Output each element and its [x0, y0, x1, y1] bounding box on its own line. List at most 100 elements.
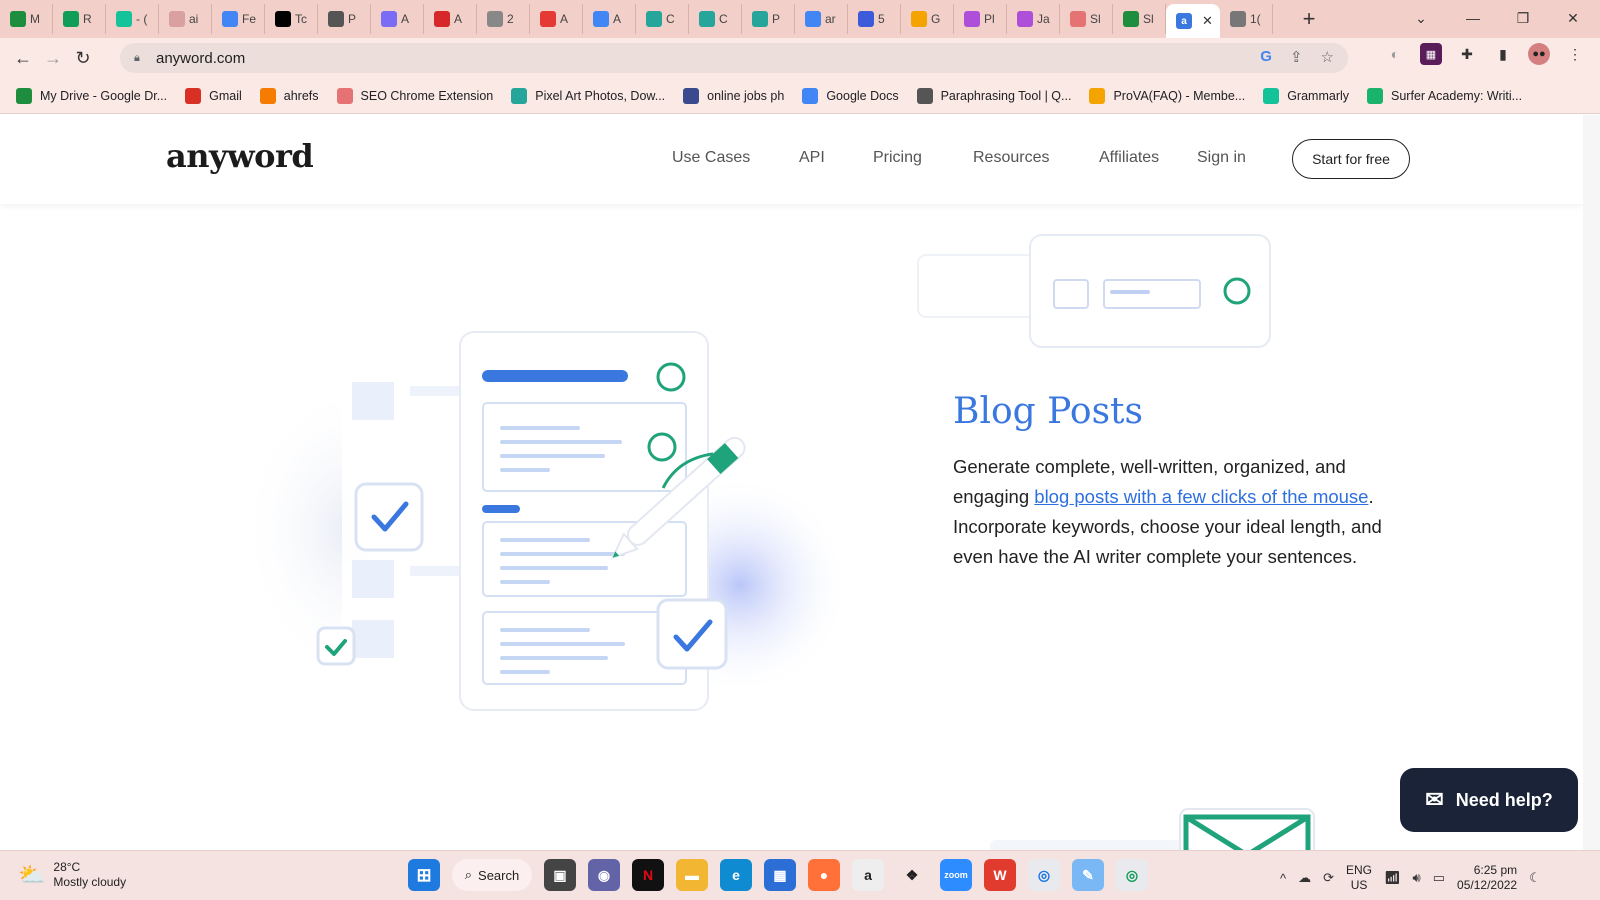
- tab-item[interactable]: A: [371, 4, 424, 34]
- bookmark-item[interactable]: Pixel Art Photos, Dow...: [511, 87, 665, 104]
- file-explorer-icon[interactable]: ▬: [676, 859, 708, 891]
- zoom-icon[interactable]: zoom: [940, 859, 972, 891]
- search-icon: ⌕: [464, 867, 473, 882]
- nav-pricing[interactable]: Pricing: [873, 149, 922, 167]
- blog-posts-link[interactable]: blog posts with a few clicks of the mous…: [1034, 486, 1368, 507]
- bookmark-item[interactable]: ahrefs: [259, 87, 319, 104]
- tab-item[interactable]: Sl: [1113, 4, 1166, 34]
- tab-item[interactable]: G: [901, 4, 954, 34]
- battery-icon[interactable]: ▭: [1433, 870, 1445, 886]
- microsoft-store-icon[interactable]: ▦: [764, 859, 796, 891]
- tab-item[interactable]: C: [689, 4, 742, 34]
- reload-icon[interactable]: ↻: [68, 43, 98, 73]
- minimize-icon[interactable]: —: [1450, 4, 1496, 32]
- bookmark-label: Gmail: [209, 88, 242, 103]
- dropbox-icon[interactable]: ❖: [896, 859, 928, 891]
- tab-item[interactable]: 5: [848, 4, 901, 34]
- bookmark-star-icon[interactable]: ☆: [1321, 48, 1334, 66]
- bookmark-item[interactable]: Paraphrasing Tool | Q...: [916, 87, 1071, 104]
- clock[interactable]: 6:25 pm 05/12/2022: [1457, 863, 1517, 893]
- tab-item[interactable]: Ja: [1007, 4, 1060, 34]
- bookmark-item[interactable]: Grammarly: [1263, 87, 1349, 104]
- bookmark-item[interactable]: Google Docs: [802, 87, 899, 104]
- anyword-logo[interactable]: anyword: [166, 137, 314, 175]
- onedrive-icon[interactable]: ☁: [1298, 870, 1311, 886]
- tab-item[interactable]: C: [636, 4, 689, 34]
- tab-item[interactable]: 2: [477, 4, 530, 34]
- tab-search-icon[interactable]: ⌄: [1398, 4, 1444, 32]
- nav-resources[interactable]: Resources: [973, 149, 1049, 167]
- nav-affiliates[interactable]: Affiliates: [1099, 149, 1159, 167]
- menu-icon[interactable]: ⋮: [1564, 43, 1586, 65]
- close-window-icon[interactable]: ✕: [1550, 4, 1596, 32]
- share-icon[interactable]: ⇪: [1290, 48, 1303, 66]
- teams-chat-icon[interactable]: ◉: [588, 859, 620, 891]
- extension-icon[interactable]: ▦: [1420, 43, 1442, 65]
- tab-item[interactable]: - (: [106, 4, 159, 34]
- chrome-profile-icon[interactable]: ◎: [1116, 859, 1148, 891]
- amazon-icon[interactable]: a: [852, 859, 884, 891]
- puzzle-icon[interactable]: ✚: [1456, 43, 1478, 65]
- bookmark-item[interactable]: Gmail: [185, 87, 242, 104]
- tab-item[interactable]: Pl: [954, 4, 1007, 34]
- firefox-icon[interactable]: ●: [808, 859, 840, 891]
- tab-item[interactable]: A: [583, 4, 636, 34]
- notification-icon[interactable]: ☾: [1529, 870, 1541, 886]
- tab-item[interactable]: P: [742, 4, 795, 34]
- chevron-up-icon[interactable]: ^: [1280, 871, 1286, 886]
- address-bar[interactable]: 🔒︎ anyword.com G ⇪ ☆: [120, 43, 1348, 73]
- taskbar-search[interactable]: ⌕ Search: [452, 859, 532, 891]
- tab-item[interactable]: A: [530, 4, 583, 34]
- tab-item[interactable]: A: [424, 4, 477, 34]
- task-view-icon[interactable]: ▣: [544, 859, 576, 891]
- close-tab-icon[interactable]: ✕: [1202, 13, 1213, 29]
- tab-item[interactable]: R: [53, 4, 106, 34]
- back-icon[interactable]: ←: [8, 43, 38, 73]
- profile-avatar[interactable]: ●●: [1528, 43, 1550, 65]
- forward-icon[interactable]: →: [38, 43, 68, 73]
- weather-widget[interactable]: ⛅ 28°C Mostly cloudy: [18, 860, 126, 890]
- tab-active[interactable]: a ✕: [1166, 4, 1220, 38]
- edge-icon[interactable]: e: [720, 859, 752, 891]
- clock-time: 6:25 pm: [1473, 863, 1518, 877]
- google-lens-icon[interactable]: G: [1260, 48, 1272, 66]
- tab-item[interactable]: Fe: [212, 4, 265, 34]
- bookmark-item[interactable]: SEO Chrome Extension: [336, 87, 493, 104]
- chrome-icon[interactable]: ◎: [1028, 859, 1060, 891]
- nav-sign-in[interactable]: Sign in: [1197, 149, 1246, 167]
- bookmark-item[interactable]: My Drive - Google Dr...: [16, 87, 167, 104]
- tab-item[interactable]: M: [0, 4, 53, 34]
- tab-item[interactable]: 1(: [1220, 4, 1273, 34]
- need-help-button[interactable]: ✉ Need help?: [1400, 768, 1578, 832]
- k-icon: [381, 11, 397, 27]
- netflix-icon[interactable]: N: [632, 859, 664, 891]
- tab-item[interactable]: ar: [795, 4, 848, 34]
- lock-icon: 🔒︎: [134, 52, 140, 64]
- tab-item[interactable]: ai: [159, 4, 212, 34]
- nav-api[interactable]: API: [799, 149, 825, 167]
- nav-use-cases[interactable]: Use Cases: [672, 149, 750, 167]
- tab-item[interactable]: Tc: [265, 4, 318, 34]
- tab-icon: [487, 11, 503, 27]
- bookmark-item[interactable]: Surfer Academy: Writi...: [1367, 87, 1522, 104]
- grammarly-extension-icon[interactable]: ◐: [1384, 43, 1406, 65]
- new-tab-button[interactable]: +: [1295, 5, 1323, 33]
- paint-icon[interactable]: ✎: [1072, 859, 1104, 891]
- tab-item[interactable]: Sl: [1060, 4, 1113, 34]
- volume-icon[interactable]: 🔊︎: [1413, 870, 1421, 886]
- language-indicator[interactable]: ENG US: [1346, 863, 1372, 893]
- windows-start-icon[interactable]: ⊞: [408, 859, 440, 891]
- bookmark-item[interactable]: ProVA(FAQ) - Membe...: [1089, 87, 1245, 104]
- start-for-free-button[interactable]: Start for free: [1292, 139, 1410, 179]
- wifi-icon[interactable]: 📶︎: [1384, 870, 1401, 886]
- sync-icon[interactable]: ⟳: [1323, 870, 1334, 886]
- bookmark-item[interactable]: online jobs ph: [683, 87, 784, 104]
- page-scrollbar[interactable]: [1583, 115, 1600, 850]
- tab-label: Sl: [1090, 12, 1101, 26]
- tab-item[interactable]: P: [318, 4, 371, 34]
- restore-icon[interactable]: ❐: [1500, 4, 1546, 32]
- side-panel-icon[interactable]: ▮: [1492, 43, 1514, 65]
- tab-label: 2: [507, 12, 514, 26]
- wps-office-icon[interactable]: W: [984, 859, 1016, 891]
- tab-icon: [964, 11, 980, 27]
